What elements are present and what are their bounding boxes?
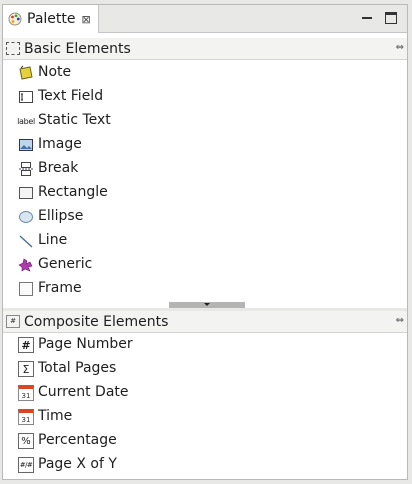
minimize-icon[interactable] [361, 12, 373, 24]
palette-item-line[interactable]: Line [3, 229, 407, 253]
static-text-icon: label [17, 116, 35, 126]
palette-item-label: Image [38, 136, 82, 152]
close-icon[interactable]: ⊠ [82, 13, 91, 26]
palette-item-label: Current Date [38, 384, 129, 400]
tab-title: Palette [27, 11, 76, 27]
break-icon [18, 161, 34, 177]
current-date-icon: 31 [18, 385, 34, 401]
line-icon [18, 233, 34, 249]
palette-item-label: Time [38, 408, 73, 424]
palette-icon [8, 12, 22, 26]
palette-item-page-x-of-y[interactable]: #/# Page X of Y [3, 453, 407, 477]
palette-item-total-pages[interactable]: Σ Total Pages [3, 357, 407, 381]
palette-item-rectangle[interactable]: Rectangle [3, 181, 407, 205]
palette-item-label: Page Number [38, 336, 133, 352]
page-x-of-y-icon: #/# [18, 457, 34, 473]
page-number-icon: # [18, 337, 34, 353]
palette-item-frame[interactable]: Frame [3, 277, 407, 301]
collapse-toggle-icon[interactable]: ⇔ [396, 42, 404, 53]
palette-item-time[interactable]: 31 Time [3, 405, 407, 429]
palette-item-percentage[interactable]: % Percentage [3, 429, 407, 453]
palette-item-break[interactable]: Break [3, 157, 407, 181]
composite-elements-title: Composite Elements [24, 314, 169, 330]
basic-elements-drawer-header[interactable]: Basic Elements ⇔ [3, 38, 407, 60]
palette-item-label: Rectangle [38, 184, 108, 200]
palette-item-note[interactable]: Note [3, 61, 407, 85]
palette-tab[interactable]: Palette ⊠ [3, 5, 99, 33]
palette-item-label: Generic [38, 256, 93, 272]
ellipse-icon [18, 209, 34, 225]
palette-item-page-number[interactable]: # Page Number [3, 333, 407, 357]
palette-item-label: Note [38, 64, 72, 80]
palette-item-label: Frame [38, 280, 82, 296]
palette-item-label: Percentage [38, 432, 117, 448]
palette-item-label: Text Field [38, 88, 104, 104]
image-icon [18, 137, 34, 153]
collapse-toggle-icon[interactable]: ⇔ [396, 315, 404, 326]
basic-elements-icon [6, 42, 20, 55]
maximize-icon[interactable] [385, 12, 397, 24]
composite-elements-drawer-header[interactable]: # Composite Elements ⇔ [3, 311, 407, 333]
note-icon [18, 65, 34, 81]
total-pages-icon: Σ [18, 361, 34, 377]
time-icon: 31 [18, 409, 34, 425]
percentage-icon: % [18, 433, 34, 449]
palette-item-label: Line [38, 232, 68, 248]
basic-elements-title: Basic Elements [24, 41, 131, 57]
basic-elements-list: Note Text Field label Static Text Image … [3, 61, 407, 307]
composite-elements-icon: # [6, 315, 20, 328]
palette-item-label: Page X of Y [38, 456, 117, 472]
view-tab-bar: Palette ⊠ [3, 5, 407, 33]
palette-item-label: Static Text [38, 112, 111, 128]
palette-view: Palette ⊠ Basic Elements ⇔ Note Text Fie… [2, 4, 408, 480]
text-field-icon [18, 89, 34, 105]
palette-item-label: Total Pages [38, 360, 117, 376]
palette-item-generic[interactable]: Generic [3, 253, 407, 277]
palette-item-static-text[interactable]: label Static Text [3, 109, 407, 133]
composite-elements-list: # Page Number Σ Total Pages 31 Current D… [3, 333, 407, 477]
rectangle-icon [18, 185, 34, 201]
palette-item-label: Ellipse [38, 208, 84, 224]
palette-item-text-field[interactable]: Text Field [3, 85, 407, 109]
generic-icon [18, 257, 34, 273]
frame-icon [18, 281, 34, 297]
palette-item-current-date[interactable]: 31 Current Date [3, 381, 407, 405]
palette-item-image[interactable]: Image [3, 133, 407, 157]
palette-item-ellipse[interactable]: Ellipse [3, 205, 407, 229]
palette-item-label: Break [38, 160, 79, 176]
